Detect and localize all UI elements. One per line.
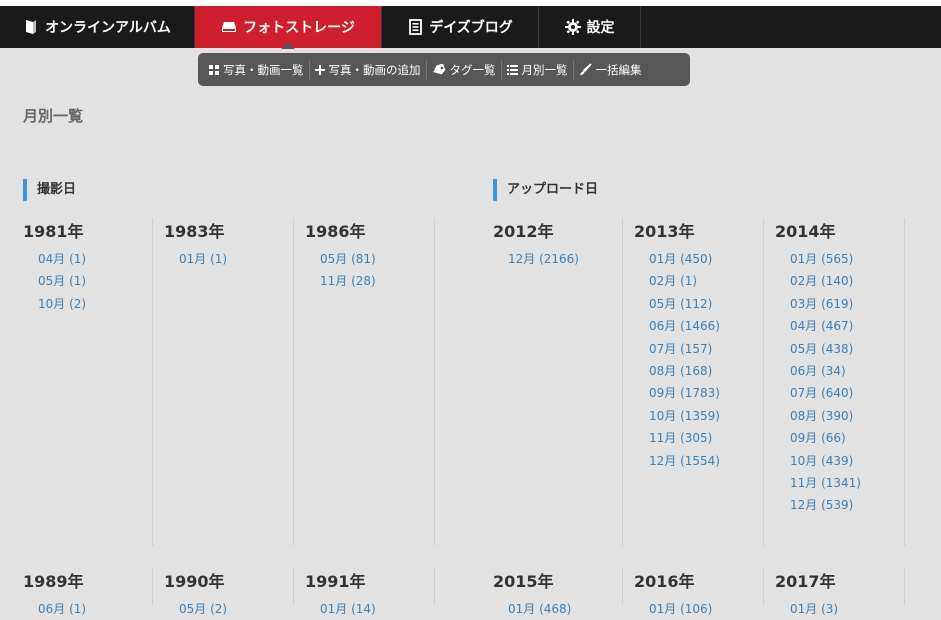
album-book-icon xyxy=(23,19,39,35)
month-link[interactable]: 08月 (390) xyxy=(775,405,904,427)
month-link[interactable]: 10月 (2) xyxy=(23,293,152,315)
year-column-upload-2: 2014年 01月 (565) 02月 (140) 03月 (619) 04月 … xyxy=(775,218,905,546)
year-column-upload-1: 2013年 01月 (450) 02月 (1) 05月 (112) 06月 (1… xyxy=(634,218,764,546)
month-link[interactable]: 12月 (539) xyxy=(775,494,904,516)
tab-label: 設定 xyxy=(586,20,615,36)
month-link[interactable]: 06月 (1466) xyxy=(634,315,763,337)
year-column-upload-3: 2015年 01月 (468) xyxy=(493,568,623,616)
month-link[interactable]: 09月 (66) xyxy=(775,427,904,449)
list-icon xyxy=(506,64,518,75)
month-link[interactable]: 01月 (14) xyxy=(305,598,434,620)
storage-drive-icon xyxy=(221,19,237,35)
section-heading-upload-date: アップロード日 xyxy=(493,179,598,201)
year-column-shooting-2: 1986年 05月 (81) 11月 (28) xyxy=(305,218,435,546)
month-link[interactable]: 05月 (112) xyxy=(634,293,763,315)
year-heading: 1983年 xyxy=(164,222,225,241)
plus-icon xyxy=(314,64,325,75)
year-heading: 2014年 xyxy=(775,222,836,241)
year-column-shooting-1: 1983年 01月 (1) xyxy=(164,218,294,546)
year-column-shooting-3: 1989年 06月 (1) xyxy=(23,568,153,616)
month-link[interactable]: 07月 (640) xyxy=(775,382,904,404)
year-column-shooting-5: 1991年 01月 (14) xyxy=(305,568,435,616)
month-link[interactable]: 11月 (1341) xyxy=(775,472,904,494)
year-column-upload-0: 2012年 12月 (2166) xyxy=(493,218,623,546)
year-heading: 2017年 xyxy=(775,572,836,591)
subnav-label: 一括編集 xyxy=(595,62,642,77)
subnav-tag-list[interactable]: タグ一覧 xyxy=(427,60,501,80)
subnav-label: 写真・動画一覧 xyxy=(223,62,304,77)
month-link[interactable]: 02月 (1) xyxy=(634,270,763,292)
month-link[interactable]: 05月 (1) xyxy=(23,270,152,292)
blog-page-icon xyxy=(407,19,423,35)
month-link[interactable]: 01月 (565) xyxy=(775,248,904,270)
subnav-bulk-edit[interactable]: 一括編集 xyxy=(574,60,647,80)
year-heading: 2015年 xyxy=(493,572,554,591)
month-link[interactable]: 06月 (34) xyxy=(775,360,904,382)
year-heading: 1989年 xyxy=(23,572,84,591)
year-column-upload-5: 2017年 01月 (3) xyxy=(775,568,905,616)
subnav-add-photo-video[interactable]: 写真・動画の追加 xyxy=(310,60,426,80)
subnav-label: 月別一覧 xyxy=(521,62,568,77)
year-heading: 1990年 xyxy=(164,572,225,591)
month-link[interactable]: 12月 (2166) xyxy=(493,248,622,270)
month-link[interactable]: 06月 (1) xyxy=(23,598,152,620)
subnav-label: タグ一覧 xyxy=(449,62,496,77)
month-link[interactable]: 01月 (3) xyxy=(775,598,904,620)
month-link[interactable]: 01月 (450) xyxy=(634,248,763,270)
month-link[interactable]: 05月 (2) xyxy=(164,598,293,620)
subnav-photo-video-list[interactable]: 写真・動画一覧 xyxy=(204,60,309,80)
tab-label: オンラインアルバム xyxy=(45,20,171,36)
month-link[interactable]: 07月 (157) xyxy=(634,338,763,360)
main-navbar: オンラインアルバム フォトストレージ デイズブログ 設定 xyxy=(0,6,941,49)
year-column-shooting-4: 1990年 05月 (2) xyxy=(164,568,294,616)
month-link[interactable]: 11月 (28) xyxy=(305,270,434,292)
subnav-label: 写真・動画の追加 xyxy=(328,62,421,77)
sub-navigation: 写真・動画一覧 写真・動画の追加 タグ一覧 月別一覧 一括編集 xyxy=(198,53,690,86)
month-link[interactable]: 10月 (1359) xyxy=(634,405,763,427)
tab-label: デイズブログ xyxy=(429,20,513,36)
year-heading: 2016年 xyxy=(634,572,695,591)
month-link[interactable]: 04月 (467) xyxy=(775,315,904,337)
year-heading: 1986年 xyxy=(305,222,366,241)
page-title: 月別一覧 xyxy=(23,107,84,125)
month-link[interactable]: 05月 (438) xyxy=(775,338,904,360)
year-heading: 1991年 xyxy=(305,572,366,591)
month-link[interactable]: 01月 (468) xyxy=(493,598,622,620)
year-heading: 1981年 xyxy=(23,222,84,241)
month-link[interactable]: 04月 (1) xyxy=(23,248,152,270)
gear-icon xyxy=(564,19,581,35)
tab-days-blog[interactable]: デイズブログ xyxy=(382,6,539,48)
tab-label: フォトストレージ xyxy=(243,20,355,36)
tab-online-album[interactable]: オンラインアルバム xyxy=(0,6,195,48)
month-link[interactable]: 08月 (168) xyxy=(634,360,763,382)
year-heading: 2013年 xyxy=(634,222,695,241)
brush-icon xyxy=(579,63,592,76)
year-column-upload-4: 2016年 01月 (106) xyxy=(634,568,764,616)
tab-photo-storage[interactable]: フォトストレージ xyxy=(195,6,382,49)
month-link[interactable]: 03月 (619) xyxy=(775,293,904,315)
month-link[interactable]: 02月 (140) xyxy=(775,270,904,292)
subnav-monthly-list[interactable]: 月別一覧 xyxy=(502,60,573,80)
year-column-shooting-0: 1981年 04月 (1) 05月 (1) 10月 (2) xyxy=(23,218,153,546)
month-link[interactable]: 09月 (1783) xyxy=(634,382,763,404)
month-link[interactable]: 05月 (81) xyxy=(305,248,434,270)
month-link[interactable]: 11月 (305) xyxy=(634,427,763,449)
section-heading-shooting-date: 撮影日 xyxy=(23,179,76,201)
tag-icon xyxy=(432,63,446,76)
month-link[interactable]: 12月 (1554) xyxy=(634,450,763,472)
tab-settings[interactable]: 設定 xyxy=(539,6,641,48)
grid-icon xyxy=(209,64,219,75)
year-heading: 2012年 xyxy=(493,222,554,241)
month-link[interactable]: 01月 (106) xyxy=(634,598,763,620)
month-link[interactable]: 10月 (439) xyxy=(775,450,904,472)
month-link[interactable]: 01月 (1) xyxy=(164,248,293,270)
